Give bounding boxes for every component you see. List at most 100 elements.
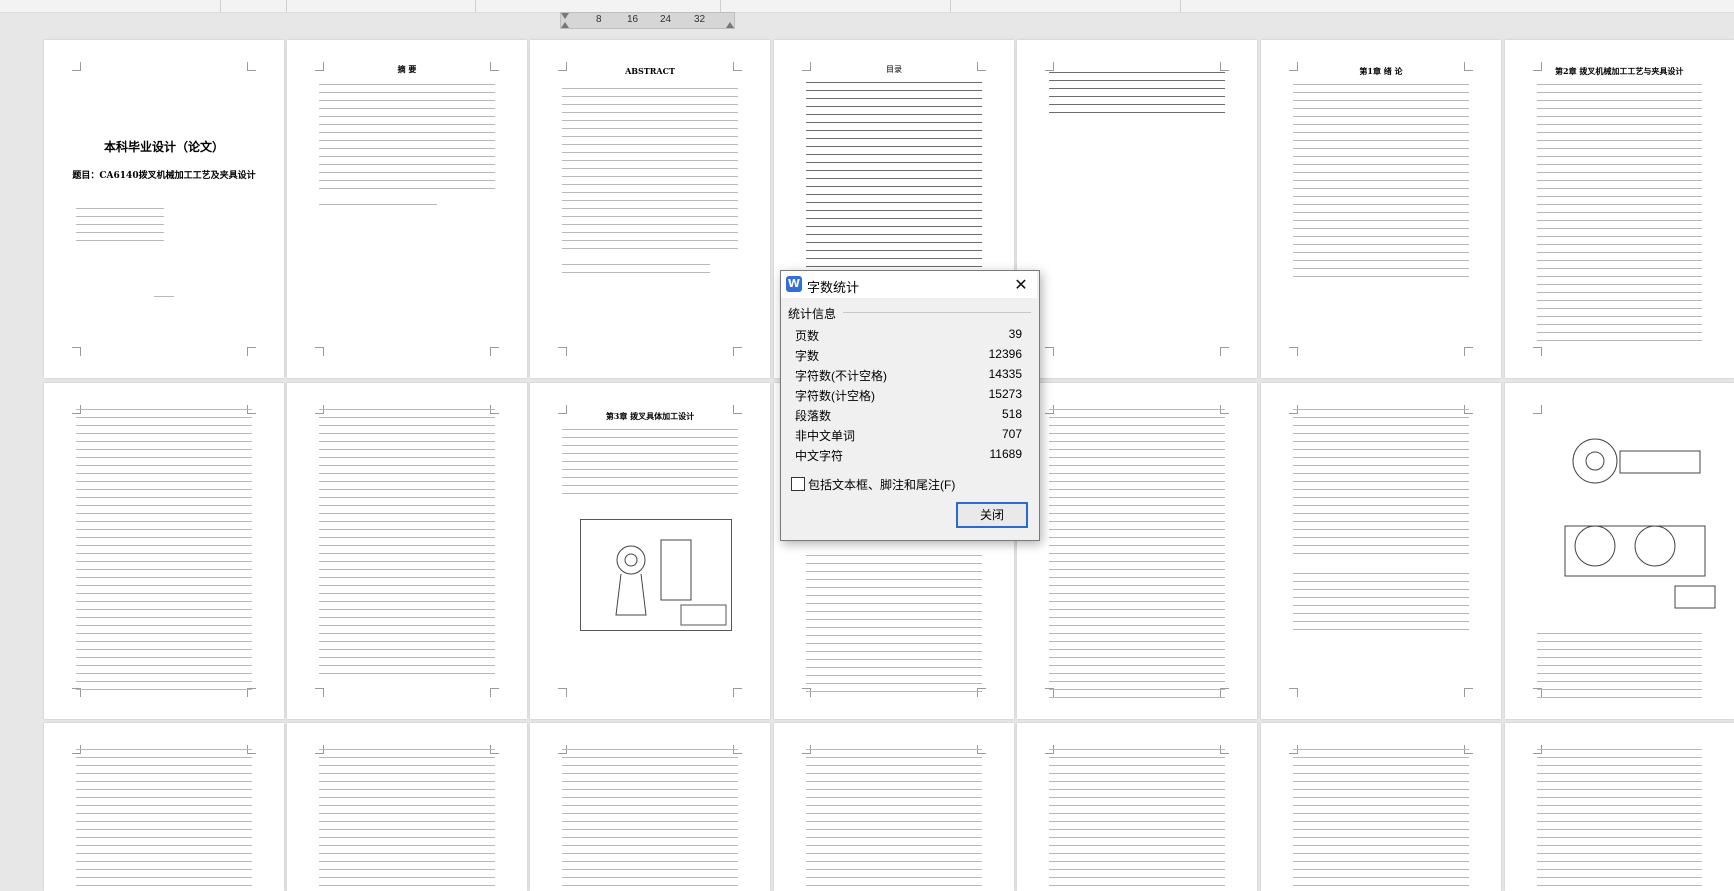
wps-writer-icon: W	[786, 276, 802, 292]
close-icon[interactable]: ✕	[1011, 275, 1031, 295]
stat-value: 12396	[988, 347, 1022, 361]
document-page[interactable]	[287, 383, 527, 719]
document-page[interactable]	[1017, 723, 1257, 891]
page-corner-mark	[1464, 347, 1473, 356]
dialog-title-bar[interactable]: W 字数统计 ✕	[781, 271, 1037, 298]
page-corner-mark	[490, 347, 499, 356]
abstract-en-title: ABSTRACT	[625, 66, 675, 76]
paragraph-lines	[562, 749, 738, 889]
strip-divider	[475, 0, 476, 12]
document-page[interactable]	[1017, 383, 1257, 719]
stat-row-pages: 页数 39	[795, 325, 1022, 344]
paragraph-lines	[1537, 749, 1702, 889]
stats-group-label: 统计信息	[788, 305, 840, 322]
stat-row-chars-with-spaces: 字符数(计空格) 15273	[795, 385, 1022, 404]
stat-row-chinese-chars: 中文字符 11689	[795, 445, 1022, 464]
paragraph-lines	[562, 429, 738, 499]
document-page[interactable]: 本科毕业设计（论文） 题目：CA6140拨叉机械加工工艺及夹具设计	[44, 40, 284, 378]
page-corner-mark	[1045, 62, 1054, 71]
page-corner-mark	[315, 347, 324, 356]
document-page[interactable]: 第3章 拨叉具体加工设计	[530, 383, 770, 719]
abstract-cn-title: 摘 要	[397, 64, 417, 74]
page-corner-mark	[558, 688, 567, 697]
ruler-mark: 8	[596, 14, 602, 25]
close-button[interactable]: 关闭	[956, 502, 1028, 528]
page-corner-mark	[72, 62, 81, 71]
page-corner-mark	[72, 347, 81, 356]
document-page[interactable]	[1505, 723, 1734, 891]
document-page[interactable]	[1261, 383, 1501, 719]
paragraph-lines	[76, 749, 252, 889]
document-page[interactable]	[1017, 40, 1257, 378]
stat-value: 707	[1001, 427, 1022, 441]
page-corner-mark	[1464, 688, 1473, 697]
document-page[interactable]	[530, 723, 770, 891]
paragraph-lines	[1293, 84, 1469, 280]
document-page[interactable]	[774, 723, 1014, 891]
horizontal-ruler[interactable]: 8 16 24 32	[560, 12, 735, 29]
paragraph-lines	[806, 555, 982, 695]
paragraph-lines	[806, 749, 982, 889]
dialog-title: 字数统计	[807, 280, 860, 295]
paragraph-lines	[1537, 84, 1702, 344]
stat-label: 字符数(不计空格)	[795, 369, 887, 383]
ruler-mark: 16	[627, 14, 639, 25]
page-corner-mark	[733, 347, 742, 356]
cover-title: 本科毕业设计（论文）	[103, 140, 224, 154]
ruler-mark: 24	[660, 14, 672, 25]
indent-marker-icon[interactable]	[561, 13, 569, 28]
paragraph-lines	[1293, 409, 1469, 559]
page-corner-mark	[733, 688, 742, 697]
document-page[interactable]: 摘 要	[287, 40, 527, 378]
paragraph-lines	[1537, 633, 1702, 703]
paragraph-lines	[1293, 749, 1469, 889]
stat-label: 字数	[795, 349, 820, 363]
paragraph-lines	[76, 409, 252, 691]
strip-divider	[950, 0, 951, 12]
cover-date-line	[154, 296, 174, 298]
stat-value: 518	[1001, 407, 1022, 421]
page-corner-mark	[315, 688, 324, 697]
engineering-drawing-icon	[615, 539, 727, 626]
stat-value: 39	[1008, 327, 1022, 341]
stat-label: 字符数(计空格)	[795, 389, 875, 403]
strip-divider	[720, 0, 721, 12]
page-corner-mark	[1289, 688, 1298, 697]
paragraph-lines	[562, 88, 738, 256]
page-corner-mark	[1220, 62, 1229, 71]
stat-value: 11689	[989, 447, 1022, 461]
fixture-drawing-icon	[1564, 438, 1716, 609]
part-drawing-figure	[580, 519, 732, 631]
paragraph-lines	[319, 749, 495, 889]
keywords-line	[319, 204, 437, 212]
paragraph-lines	[1049, 749, 1225, 889]
document-page[interactable]	[44, 383, 284, 719]
right-indent-marker-icon[interactable]	[726, 13, 734, 28]
document-page[interactable]: ABSTRACT	[530, 40, 770, 378]
strip-divider	[220, 0, 221, 12]
paragraph-lines	[319, 409, 495, 679]
document-page[interactable]	[1261, 723, 1501, 891]
strip-divider	[286, 0, 287, 12]
include-textbox-footnote-label[interactable]: 包括文本框、脚注和尾注(F)	[808, 476, 955, 493]
page-corner-mark	[558, 347, 567, 356]
stat-row-non-chinese-words: 非中文单词 707	[795, 425, 1022, 444]
document-page[interactable]	[1505, 383, 1734, 719]
document-page[interactable]: 第2章 拨叉机械加工工艺与夹具设计	[1505, 40, 1734, 378]
paragraph-lines	[319, 84, 495, 196]
document-page[interactable]	[287, 723, 527, 891]
toc-title: 目录	[886, 65, 902, 74]
page-corner-mark	[1533, 62, 1542, 71]
document-page[interactable]: 第1章 绪 论	[1261, 40, 1501, 378]
stat-row-chars-no-spaces: 字符数(不计空格) 14335	[795, 365, 1022, 384]
include-textbox-footnote-checkbox[interactable]	[791, 477, 805, 491]
cover-info-lines	[76, 208, 164, 248]
stat-label: 中文字符	[795, 449, 844, 463]
top-toolbar-strip	[0, 0, 1734, 13]
page-corner-mark	[490, 688, 499, 697]
page-corner-mark	[1533, 347, 1542, 356]
toc-lines	[1049, 72, 1225, 120]
document-page[interactable]	[44, 723, 284, 891]
page-corner-mark	[1289, 347, 1298, 356]
word-count-dialog: W 字数统计 ✕ 统计信息 页数 39 字数 12396 字符数(不计空格) 1…	[780, 270, 1040, 541]
